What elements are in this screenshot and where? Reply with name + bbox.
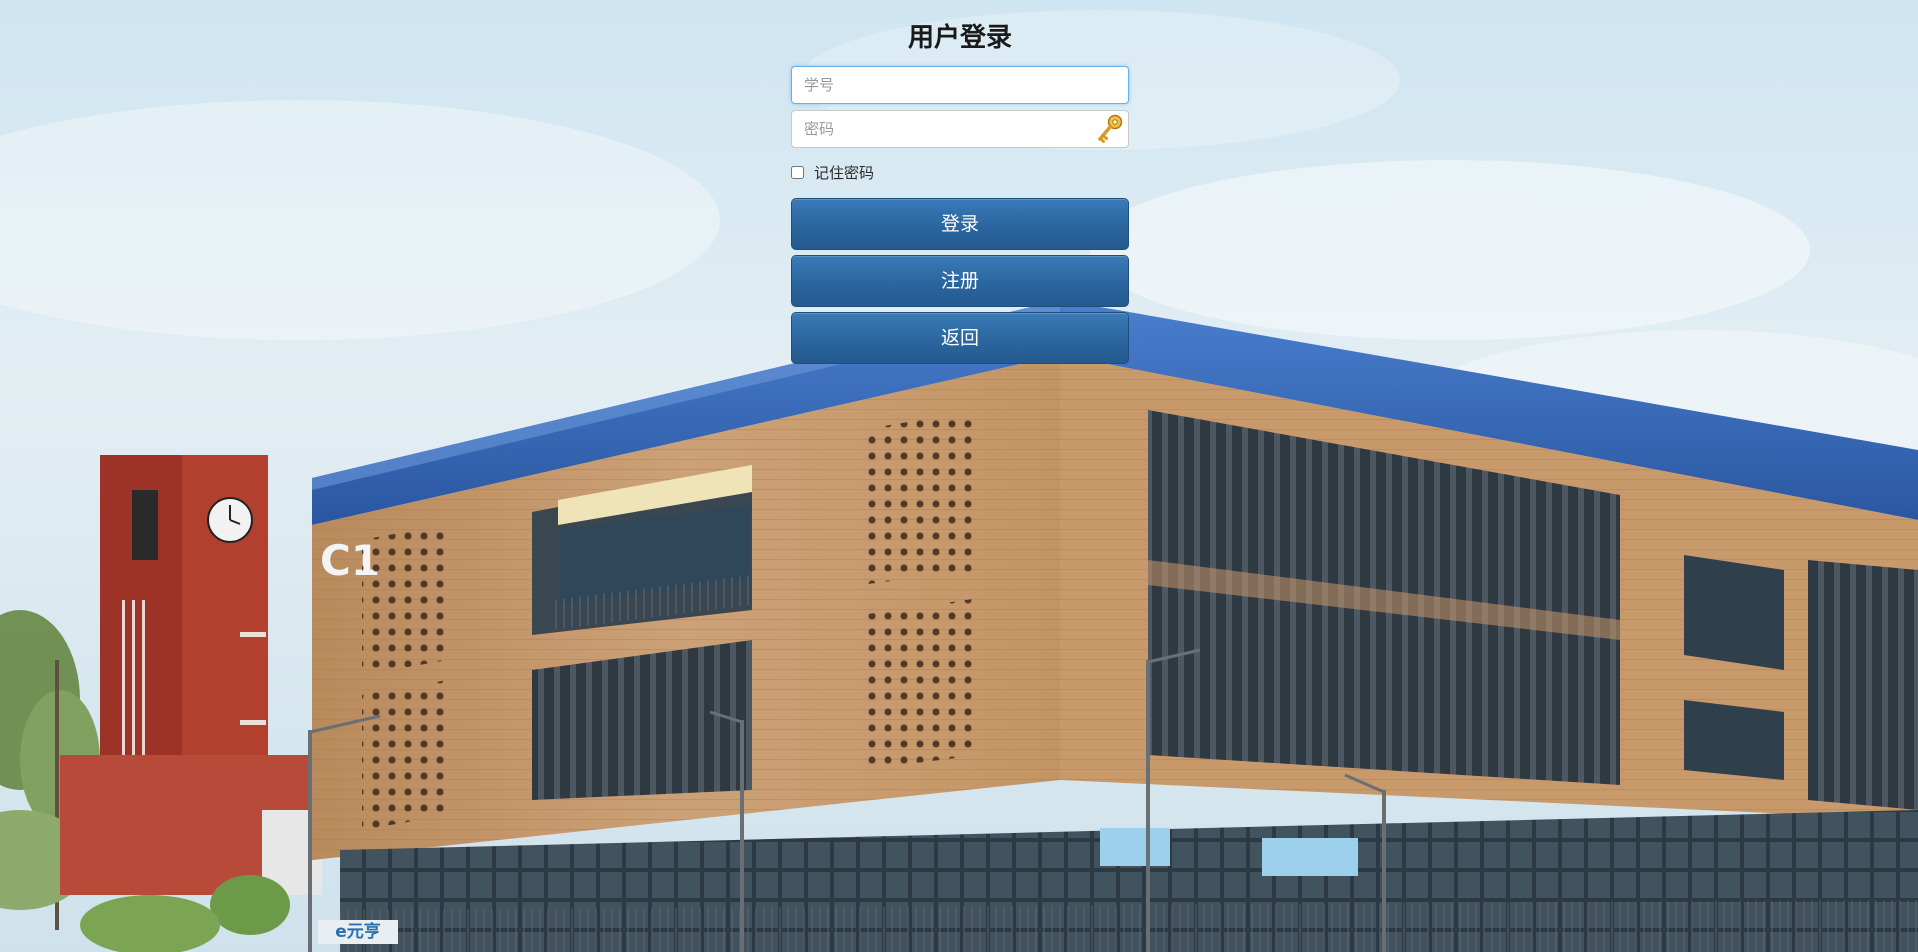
login-form: 用户登录 记住密码 登录 注册 返回 xyxy=(791,18,1129,364)
login-page: C1 e元亨 用户登录 学号 记住密码 登录 注册 返回 xyxy=(0,0,1918,952)
student-id-field-wrapper xyxy=(791,66,1129,104)
password-input[interactable] xyxy=(791,110,1129,148)
student-id-input[interactable] xyxy=(791,66,1129,104)
key-icon[interactable] xyxy=(1095,113,1125,145)
background-sign-label: e元亨 xyxy=(318,920,398,944)
remember-password-checkbox[interactable] xyxy=(791,165,804,179)
register-button[interactable]: 注册 xyxy=(791,255,1129,307)
remember-password-label[interactable]: 记住密码 xyxy=(814,162,874,183)
login-button[interactable]: 登录 xyxy=(791,198,1129,250)
page-title: 用户登录 xyxy=(907,23,1012,53)
password-field-wrapper xyxy=(791,110,1129,148)
remember-password-row: 记住密码 xyxy=(791,162,1129,182)
back-button[interactable]: 返回 xyxy=(791,312,1129,364)
